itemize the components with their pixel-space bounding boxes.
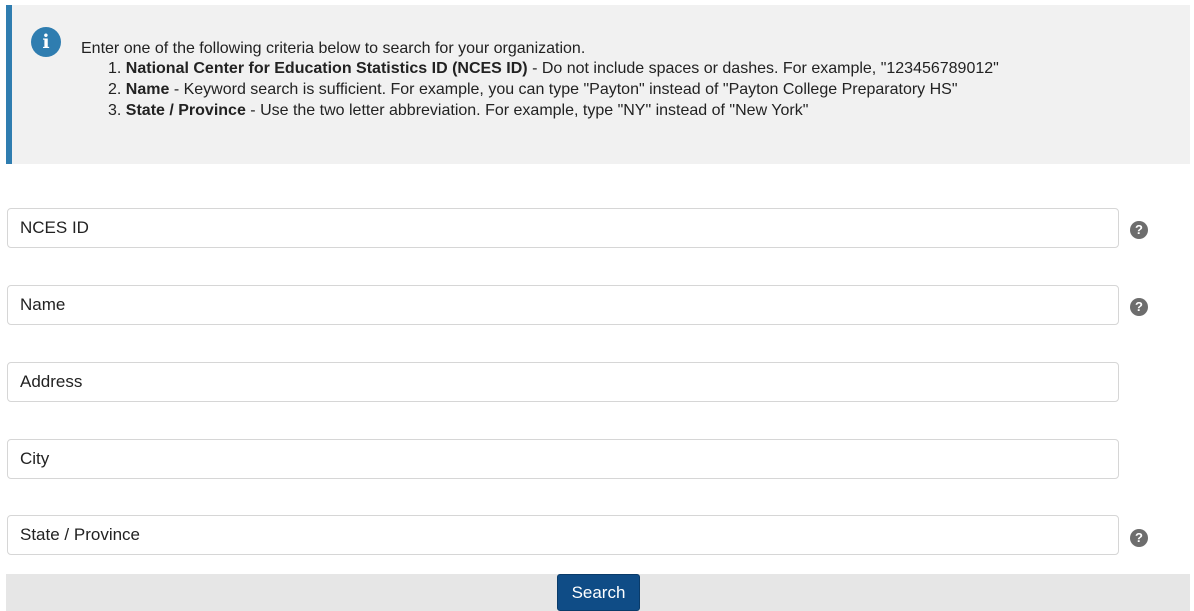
question-circle-icon[interactable]: ? (1130, 221, 1148, 239)
criteria-description: - Use the two letter abbreviation. For e… (245, 102, 809, 119)
criteria-item-nces-id: 1. National Center for Education Statist… (108, 58, 999, 79)
criteria-number: 1. (108, 60, 122, 77)
question-circle-icon[interactable]: ? (1130, 298, 1148, 316)
name-input[interactable] (7, 285, 1119, 325)
criteria-list: 1. National Center for Education Statist… (108, 58, 999, 121)
criteria-number: 2. (108, 81, 122, 98)
criteria-description: - Keyword search is sufficient. For exam… (169, 81, 958, 98)
info-intro-text: Enter one of the following criteria belo… (81, 40, 586, 57)
criteria-description: - Do not include spaces or dashes. For e… (527, 60, 999, 77)
criteria-title: Name (125, 81, 170, 98)
address-input[interactable] (7, 362, 1119, 402)
criteria-item-state: 3. State / Province - Use the two letter… (108, 100, 999, 121)
criteria-number: 3. (108, 102, 122, 119)
question-circle-icon[interactable]: ? (1130, 529, 1148, 547)
city-input[interactable] (7, 439, 1119, 479)
info-icon: i (31, 27, 61, 57)
search-button[interactable]: Search (557, 574, 640, 611)
criteria-title: State / Province (125, 102, 246, 119)
info-panel: i Enter one of the following criteria be… (6, 5, 1190, 164)
state-province-input[interactable] (7, 515, 1119, 555)
nces-id-input[interactable] (7, 208, 1119, 248)
criteria-title: National Center for Education Statistics… (125, 60, 528, 77)
criteria-item-name: 2. Name - Keyword search is sufficient. … (108, 79, 999, 100)
